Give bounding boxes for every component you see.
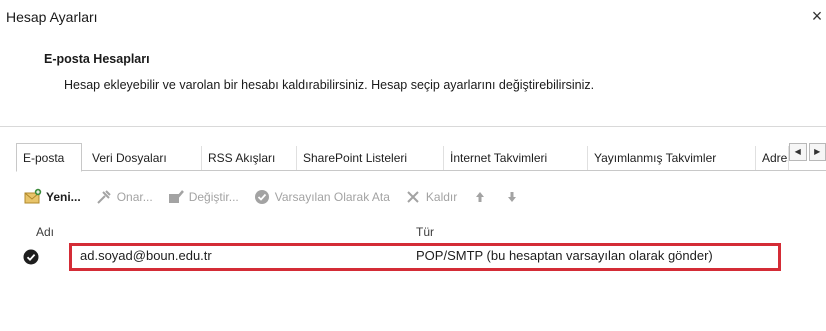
remove-button[interactable]: Kaldır xyxy=(404,188,457,206)
list-item[interactable]: ad.soyad@boun.edu.tr POP/SMTP (bu hesapt… xyxy=(16,243,782,271)
account-type: POP/SMTP (bu hesaptan varsayılan olarak … xyxy=(416,248,713,263)
window-title: Hesap Ayarları xyxy=(6,9,98,25)
tab-sharepoint-listeleri[interactable]: SharePoint Listeleri xyxy=(297,146,444,170)
header-panel: E-posta Hesapları Hesap ekleyebilir ve v… xyxy=(0,36,826,127)
change-label: Değiştir... xyxy=(188,190,239,204)
new-account-label: Yeni... xyxy=(46,190,81,204)
remove-x-icon xyxy=(404,188,422,206)
content-area: E-posta Veri Dosyaları RSS Akışları Shar… xyxy=(0,127,826,331)
move-down-button[interactable] xyxy=(503,188,521,206)
tab-rss-akislari[interactable]: RSS Akışları xyxy=(202,146,297,170)
account-name: ad.soyad@boun.edu.tr xyxy=(80,248,212,263)
tab-internet-takvimleri[interactable]: İnternet Takvimleri xyxy=(444,146,588,170)
tab-scroll-right-button[interactable]: ▶ xyxy=(808,143,826,161)
arrow-down-icon xyxy=(503,188,521,206)
tab-strip-border xyxy=(16,170,826,171)
tab-strip: E-posta Veri Dosyaları RSS Akışları Shar… xyxy=(16,143,826,172)
repair-label: Onar... xyxy=(116,190,153,204)
column-header-type[interactable]: Tür xyxy=(416,225,434,239)
tab-yayimlanmis-takvimler[interactable]: Yayımlanmış Takvimler xyxy=(588,146,756,170)
move-up-button[interactable] xyxy=(471,188,489,206)
change-button[interactable]: Değiştir... xyxy=(167,188,239,206)
set-default-button[interactable]: Varsayılan Olarak Ata xyxy=(253,188,390,206)
change-icon xyxy=(167,188,185,206)
default-account-check-icon xyxy=(23,249,39,265)
toolbar: Yeni... Onar... Değiştir... Varsayılan O… xyxy=(24,185,535,209)
column-header-name[interactable]: Adı xyxy=(36,225,54,239)
title-bar: Hesap Ayarları × xyxy=(0,0,826,36)
new-account-button[interactable]: Yeni... xyxy=(24,188,81,206)
arrow-up-icon xyxy=(471,188,489,206)
tab-e-posta[interactable]: E-posta xyxy=(16,143,82,172)
tab-scroll-arrows: ◀ ▶ xyxy=(789,143,826,161)
checkmark-circle-icon xyxy=(253,188,271,206)
tab-scroll-left-button[interactable]: ◀ xyxy=(789,143,807,161)
new-account-icon xyxy=(24,188,42,206)
account-list: Adı Tür ad.soyad@boun.edu.tr POP/SMTP (b… xyxy=(16,225,826,331)
section-description: Hesap ekleyebilir ve varolan bir hesabı … xyxy=(64,78,595,92)
repair-icon xyxy=(95,188,113,206)
repair-button[interactable]: Onar... xyxy=(95,188,153,206)
remove-label: Kaldır xyxy=(425,190,458,204)
tab-veri-dosyalari[interactable]: Veri Dosyaları xyxy=(86,146,202,170)
close-button[interactable]: × xyxy=(808,4,826,28)
set-default-label: Varsayılan Olarak Ata xyxy=(274,190,390,204)
tab-adres-defterleri[interactable]: Adres Defterleri xyxy=(756,146,789,170)
section-title: E-posta Hesapları xyxy=(44,52,150,66)
